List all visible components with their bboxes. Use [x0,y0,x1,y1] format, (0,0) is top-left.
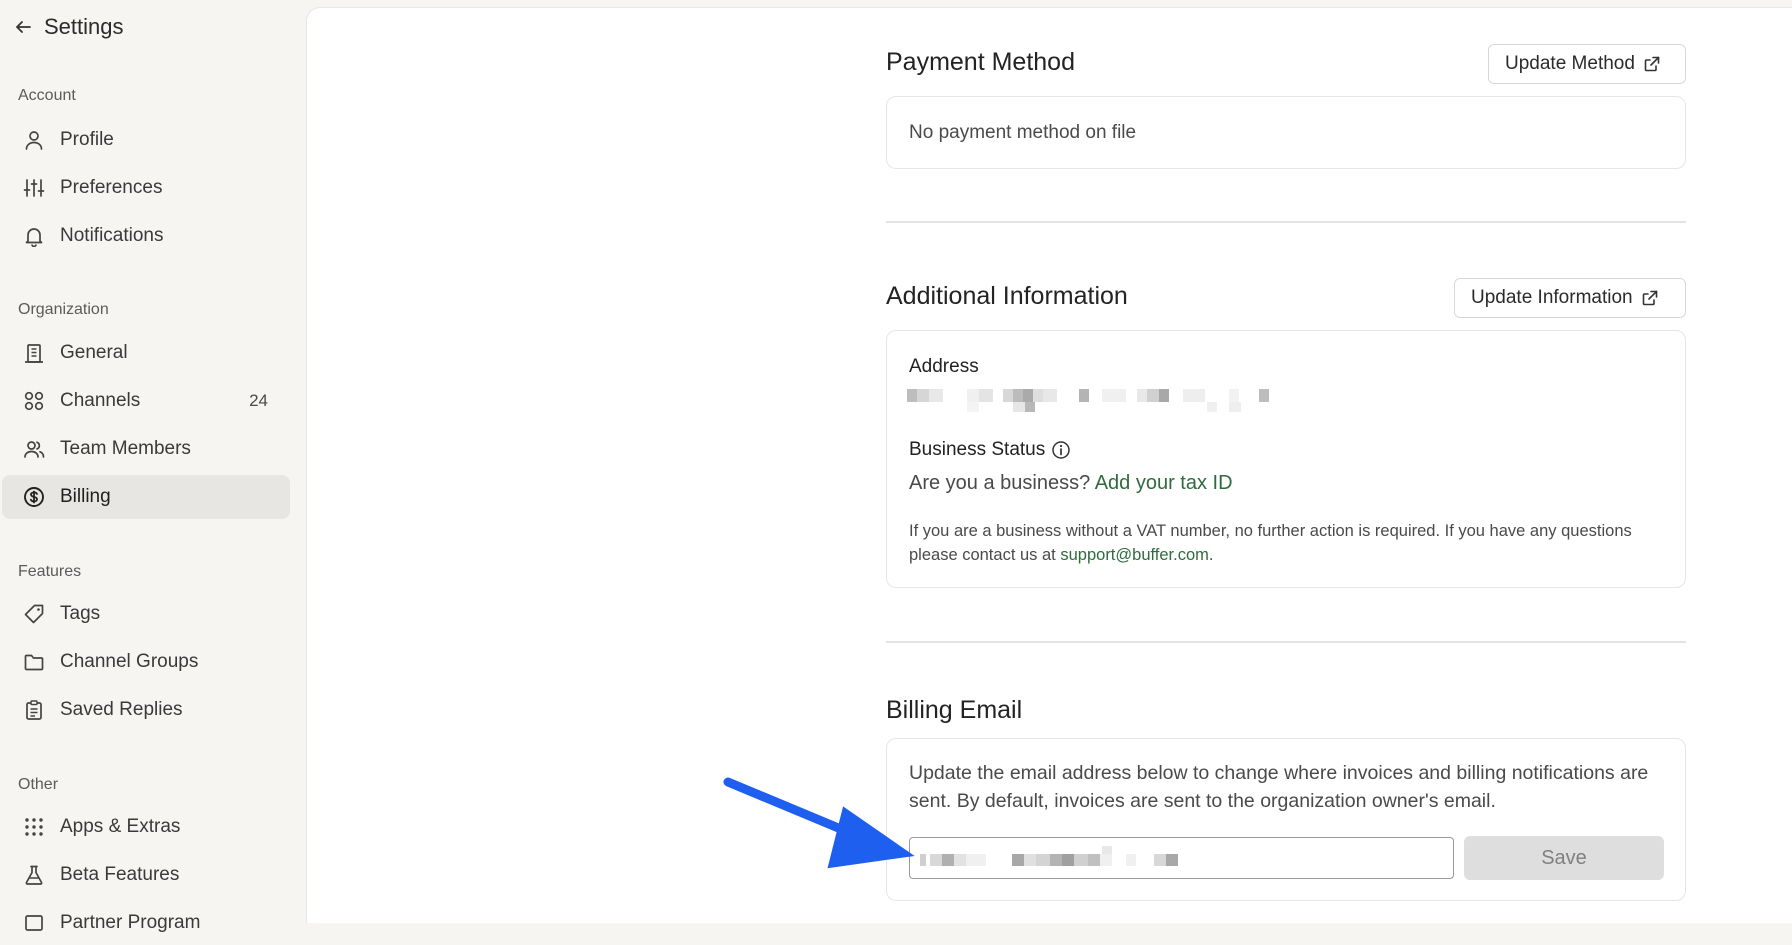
sidebar-item-saved-replies[interactable]: Saved Replies [2,688,290,732]
grid-circles-icon [22,389,46,413]
billing-email-input[interactable] [909,837,1454,879]
users-icon [22,437,46,461]
additional-info-title: Additional Information [886,282,1128,310]
update-information-label: Update Information [1471,287,1633,308]
channels-count: 24 [249,391,268,410]
sidebar-item-label: Billing [60,486,111,507]
sidebar-item-label: Channels [60,390,141,411]
business-status-label: Business Status [909,439,1046,460]
update-information-button[interactable]: Update Information [1454,278,1686,318]
business-question-row: Are you a business? Add your tax ID [909,472,1233,495]
vat-note-period: . [1208,546,1214,564]
sidebar-item-preferences[interactable]: Preferences [2,166,290,210]
sidebar-item-label: Partner Program [60,912,201,933]
sidebar-item-channels[interactable]: Channels 24 [2,379,290,423]
section-label-other: Other [18,776,59,793]
sidebar-item-profile[interactable]: Profile [2,118,290,162]
external-link-icon [1641,289,1659,307]
business-status-row: Business Status [909,439,1071,461]
sidebar-item-label: Beta Features [60,864,180,885]
section-label-account: Account [18,87,76,104]
sidebar-item-partner-program[interactable]: Partner Program [2,901,290,945]
dots-grid-icon [22,815,46,839]
billing-email-title: Billing Email [886,696,1023,724]
sliders-icon [22,176,46,200]
redacted-email [920,846,1178,866]
clipboard-icon [22,698,46,722]
sidebar-item-billing[interactable]: Billing [2,475,290,519]
settings-sidebar: Settings Account Profile Preferences Not… [0,0,306,933]
sidebar-item-label: Saved Replies [60,699,183,720]
sidebar-item-label: Apps & Extras [60,816,181,837]
support-email-link[interactable]: support@buffer.com [1060,546,1209,564]
section-divider [886,641,1686,643]
external-link-icon [1643,55,1661,73]
flask-icon [22,863,46,887]
sidebar-item-label: Channel Groups [60,651,199,672]
sidebar-item-team-members[interactable]: Team Members [2,427,290,471]
vat-note-text: If you are a business without a VAT numb… [909,522,1632,564]
additional-info-card: Address Business Status Are you a busine… [886,330,1686,588]
partner-icon [22,911,46,935]
sidebar-item-channel-groups[interactable]: Channel Groups [2,640,290,684]
sidebar-item-notifications[interactable]: Notifications [2,214,290,258]
folder-icon [22,650,46,674]
sidebar-item-label: Preferences [60,177,163,198]
annotation-arrow [723,777,915,869]
vat-note: If you are a business without a VAT numb… [909,519,1669,567]
section-divider [886,221,1686,223]
building-icon [22,341,46,365]
update-method-button[interactable]: Update Method [1488,44,1686,84]
sidebar-item-beta-features[interactable]: Beta Features [2,853,290,897]
address-label: Address [909,356,979,377]
section-label-features: Features [18,563,82,580]
back-arrow-icon[interactable] [10,14,36,40]
billing-email-description: Update the email address below to change… [909,762,1649,812]
sidebar-title: Settings [44,14,124,39]
sidebar-header: Settings [10,14,124,40]
add-tax-id-link[interactable]: Add your tax ID [1095,472,1233,494]
sidebar-item-label: Notifications [60,225,164,246]
sidebar-item-label: Profile [60,129,114,150]
redacted-address [907,389,1269,412]
payment-method-title: Payment Method [886,48,1075,76]
sidebar-item-label: Team Members [60,438,191,459]
sidebar-item-label: General [60,342,128,363]
info-icon[interactable] [1051,440,1071,460]
payment-method-card: No payment method on file [886,96,1686,169]
sidebar-item-tags[interactable]: Tags [2,592,290,636]
business-question: Are you a business? [909,472,1091,494]
save-button[interactable]: Save [1464,836,1664,880]
no-payment-text: No payment method on file [909,122,1137,143]
update-method-label: Update Method [1505,53,1635,74]
tag-icon [22,602,46,626]
user-icon [22,128,46,152]
section-label-organization: Organization [18,301,109,318]
sidebar-item-general[interactable]: General [2,331,290,375]
sidebar-item-apps-extras[interactable]: Apps & Extras [2,805,290,849]
bell-icon [22,224,46,248]
dollar-circle-icon [22,485,46,509]
sidebar-item-label: Tags [60,603,101,624]
